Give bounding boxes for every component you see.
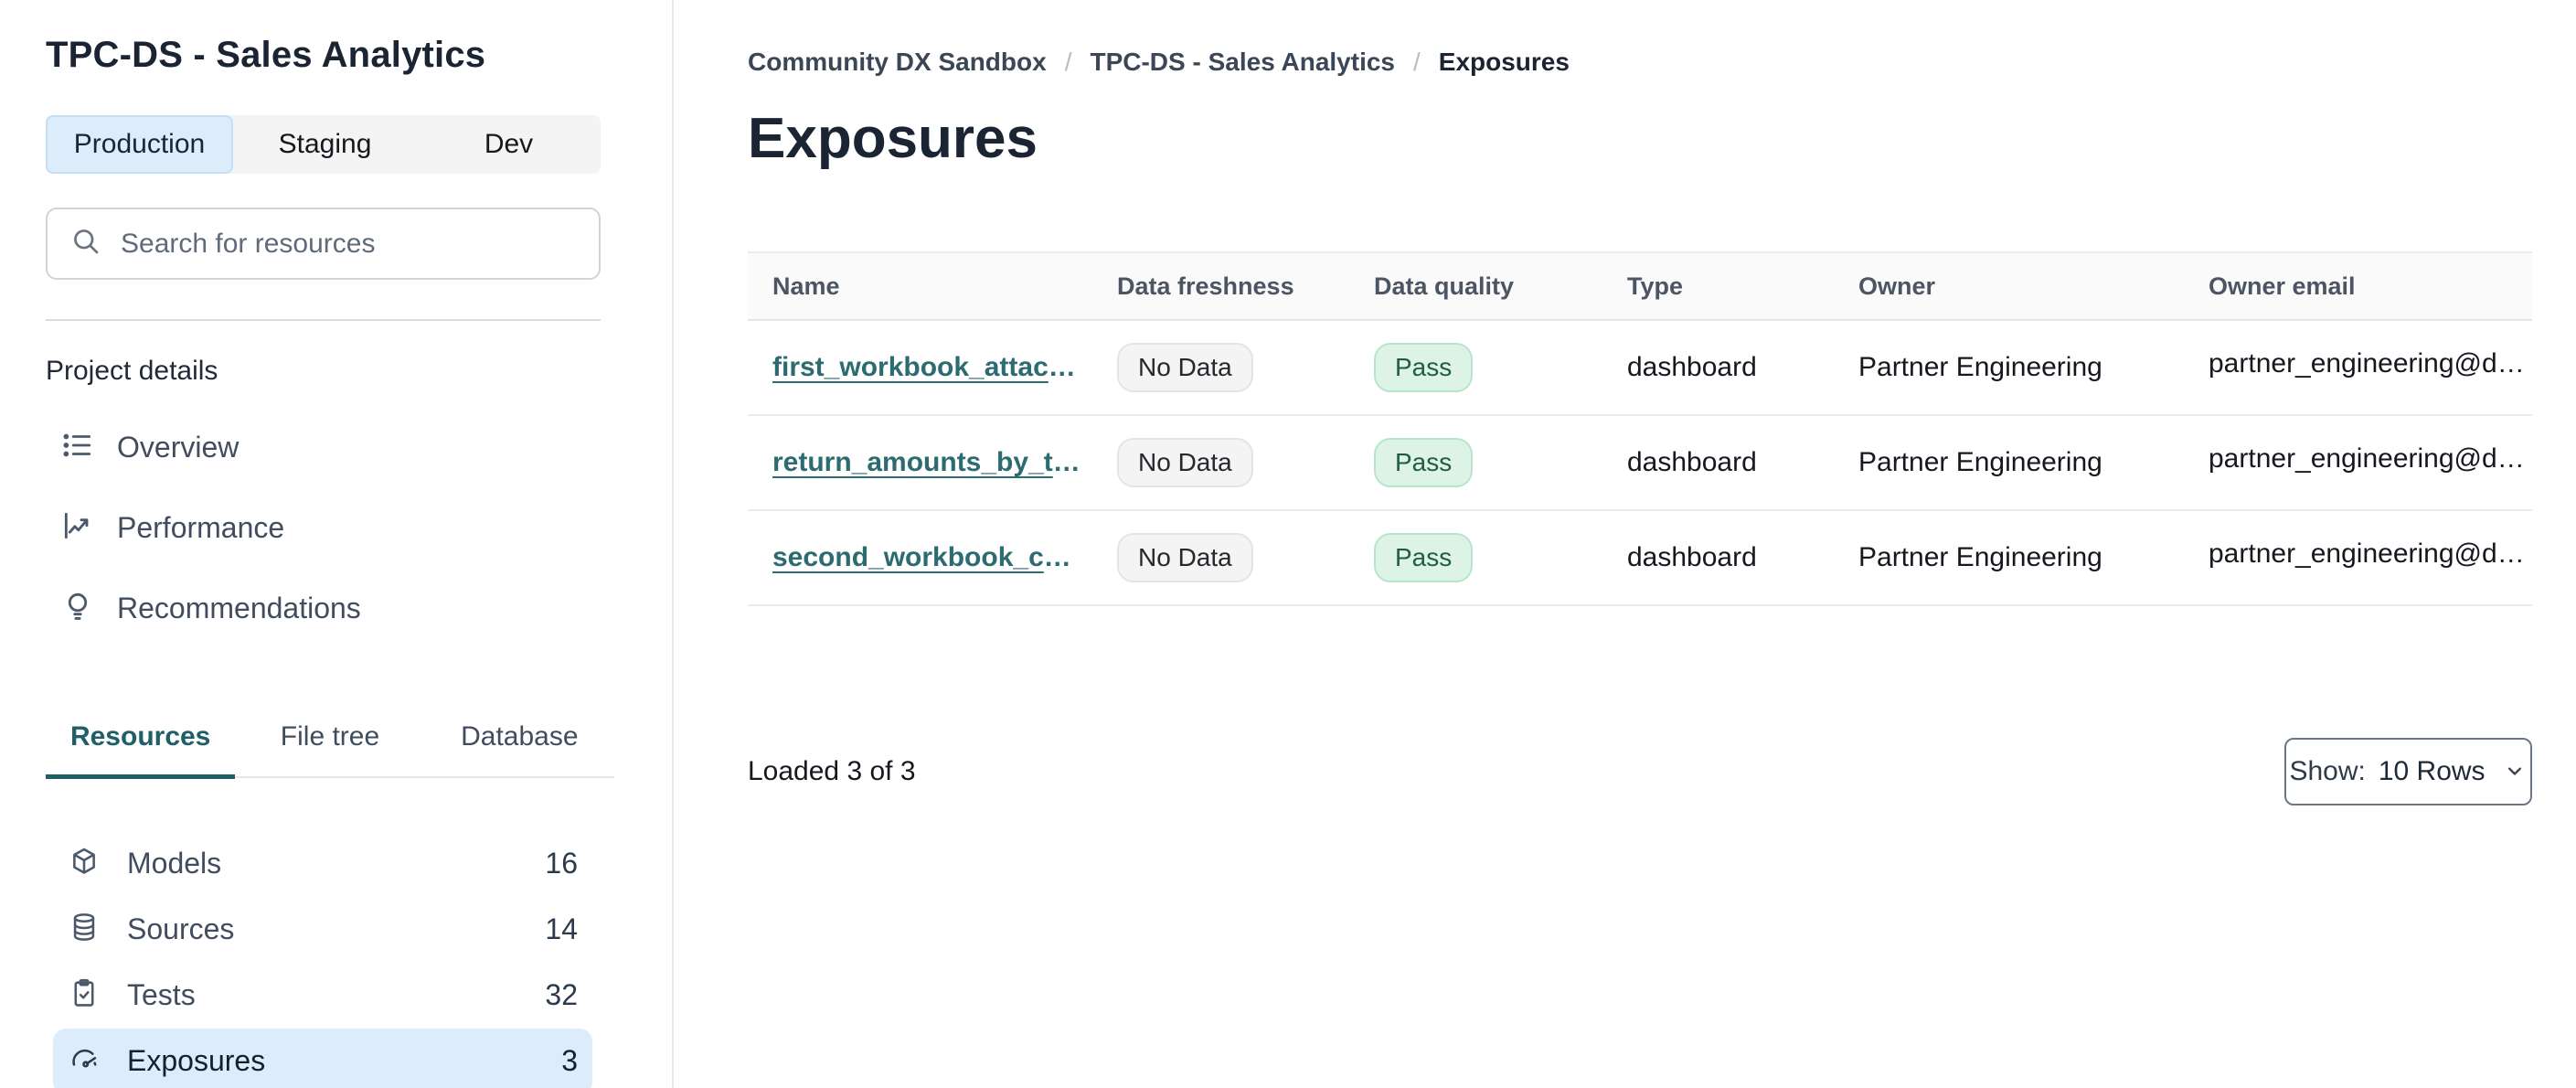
env-tab-staging[interactable]: Staging: [233, 115, 417, 174]
sidebar: TPC-DS - Sales Analytics Production Stag…: [0, 0, 674, 1088]
table-header-row: Name Data freshness Data quality Type Ow…: [748, 253, 2532, 321]
breadcrumb: Community DX Sandbox / TPC-DS - Sales An…: [748, 48, 2532, 77]
tab-resources[interactable]: Resources: [46, 705, 236, 779]
exposure-owner-email: partner_engineering@dbt…: [2209, 348, 2528, 379]
sidebar-item-performance[interactable]: Performance: [46, 487, 601, 568]
quality-badge: Pass: [1374, 533, 1474, 582]
sidebar-tabs: Resources File tree Database: [46, 705, 614, 779]
sidebar-item-label: Performance: [117, 510, 285, 544]
lightbulb-icon: [60, 589, 95, 628]
resource-label: Tests: [127, 978, 196, 1011]
loaded-status: Loaded 3 of 3: [748, 756, 916, 786]
exposure-type: dashboard: [1627, 352, 1757, 382]
resource-item-exposures[interactable]: Exposures 3: [53, 1028, 592, 1088]
search-box[interactable]: [46, 208, 601, 280]
sidebar-item-label: Overview: [117, 430, 240, 464]
app-window: TPC-DS - Sales Analytics Production Stag…: [0, 0, 2576, 1088]
exposure-type: dashboard: [1627, 542, 1757, 572]
resource-label: Sources: [127, 912, 235, 945]
environment-switcher: Production Staging Dev: [46, 115, 601, 174]
breadcrumb-project[interactable]: TPC-DS - Sales Analytics: [1090, 48, 1395, 77]
rows-per-page-dropdown[interactable]: Show: 10 Rows: [2284, 738, 2532, 805]
list-icon: [60, 428, 95, 467]
column-header-name: Name: [772, 272, 840, 300]
resource-item-tests[interactable]: Tests 32: [53, 963, 592, 1029]
tab-file-tree[interactable]: File tree: [235, 705, 424, 779]
exposures-table: Name Data freshness Data quality Type Ow…: [748, 251, 2532, 606]
column-header-type: Type: [1627, 272, 1684, 300]
breadcrumb-separator: /: [1064, 48, 1072, 76]
page-title: Exposures: [748, 107, 1038, 170]
search-icon: [69, 225, 102, 262]
sidebar-divider: [46, 319, 601, 321]
column-header-data-quality: Data quality: [1374, 272, 1515, 300]
show-label: Show:: [2289, 756, 2366, 786]
breadcrumb-current: Exposures: [1438, 48, 1570, 76]
table-footer: Loaded 3 of 3 Show: 10 Rows: [748, 738, 2532, 805]
resource-item-models[interactable]: Models 16: [53, 831, 592, 897]
column-header-owner: Owner: [1858, 272, 1936, 300]
breadcrumb-separator: /: [1413, 48, 1421, 76]
resource-count: 3: [561, 1044, 578, 1077]
resource-label: Models: [127, 847, 222, 880]
exposure-owner-email: partner_engineering@dbt…: [2209, 539, 2528, 569]
resource-list: Models 16 Sources 14 Tests 32 Exposures …: [53, 831, 592, 1088]
env-tab-production[interactable]: Production: [46, 115, 233, 174]
project-title: TPC-DS - Sales Analytics: [46, 35, 486, 75]
project-details-label: Project details: [46, 356, 218, 386]
exposure-owner: Partner Engineering: [1858, 447, 2102, 477]
gauge-icon: [69, 1043, 100, 1079]
exposure-name-link[interactable]: second_workbook_conn…: [772, 542, 1088, 573]
exposure-owner: Partner Engineering: [1858, 352, 2102, 382]
main-content: Community DX Sandbox / TPC-DS - Sales An…: [674, 0, 2576, 1088]
line-chart-icon: [60, 508, 95, 548]
resource-count: 32: [545, 978, 578, 1011]
resource-label: Exposures: [127, 1044, 266, 1077]
resource-item-sources[interactable]: Sources 14: [53, 897, 592, 963]
show-value: 10 Rows: [2378, 756, 2486, 786]
breadcrumb-project-root[interactable]: Community DX Sandbox: [748, 48, 1047, 77]
table-row: return_amounts_by_tran… No Data Pass das…: [748, 416, 2532, 511]
clipboard-check-icon: [69, 977, 100, 1013]
sidebar-nav: Overview Performance Recommendations: [46, 407, 601, 648]
exposure-name-link[interactable]: first_workbook_attached…: [772, 352, 1088, 383]
resource-count: 14: [545, 912, 578, 945]
freshness-badge: No Data: [1117, 438, 1253, 487]
freshness-badge: No Data: [1117, 343, 1253, 392]
database-icon: [69, 912, 100, 947]
exposure-owner: Partner Engineering: [1858, 542, 2102, 572]
table-row: second_workbook_conn… No Data Pass dashb…: [748, 511, 2532, 606]
exposure-type: dashboard: [1627, 447, 1757, 477]
exposure-name-link[interactable]: return_amounts_by_tran…: [772, 447, 1088, 478]
exposure-owner-email: partner_engineering@dbt…: [2209, 443, 2528, 474]
env-tab-dev[interactable]: Dev: [417, 115, 601, 174]
table-row: first_workbook_attached… No Data Pass da…: [748, 321, 2532, 416]
chevron-down-icon: [2498, 758, 2528, 786]
column-header-owner-email: Owner email: [2209, 272, 2356, 300]
freshness-badge: No Data: [1117, 533, 1253, 582]
sidebar-item-overview[interactable]: Overview: [46, 407, 601, 487]
column-header-data-freshness: Data freshness: [1117, 272, 1294, 300]
cube-icon: [69, 846, 100, 881]
quality-badge: Pass: [1374, 343, 1474, 392]
tab-database[interactable]: Database: [425, 705, 614, 779]
sidebar-item-label: Recommendations: [117, 591, 361, 624]
sidebar-item-recommendations[interactable]: Recommendations: [46, 568, 601, 648]
resource-count: 16: [545, 847, 578, 880]
search-input[interactable]: [121, 228, 577, 260]
quality-badge: Pass: [1374, 438, 1474, 487]
